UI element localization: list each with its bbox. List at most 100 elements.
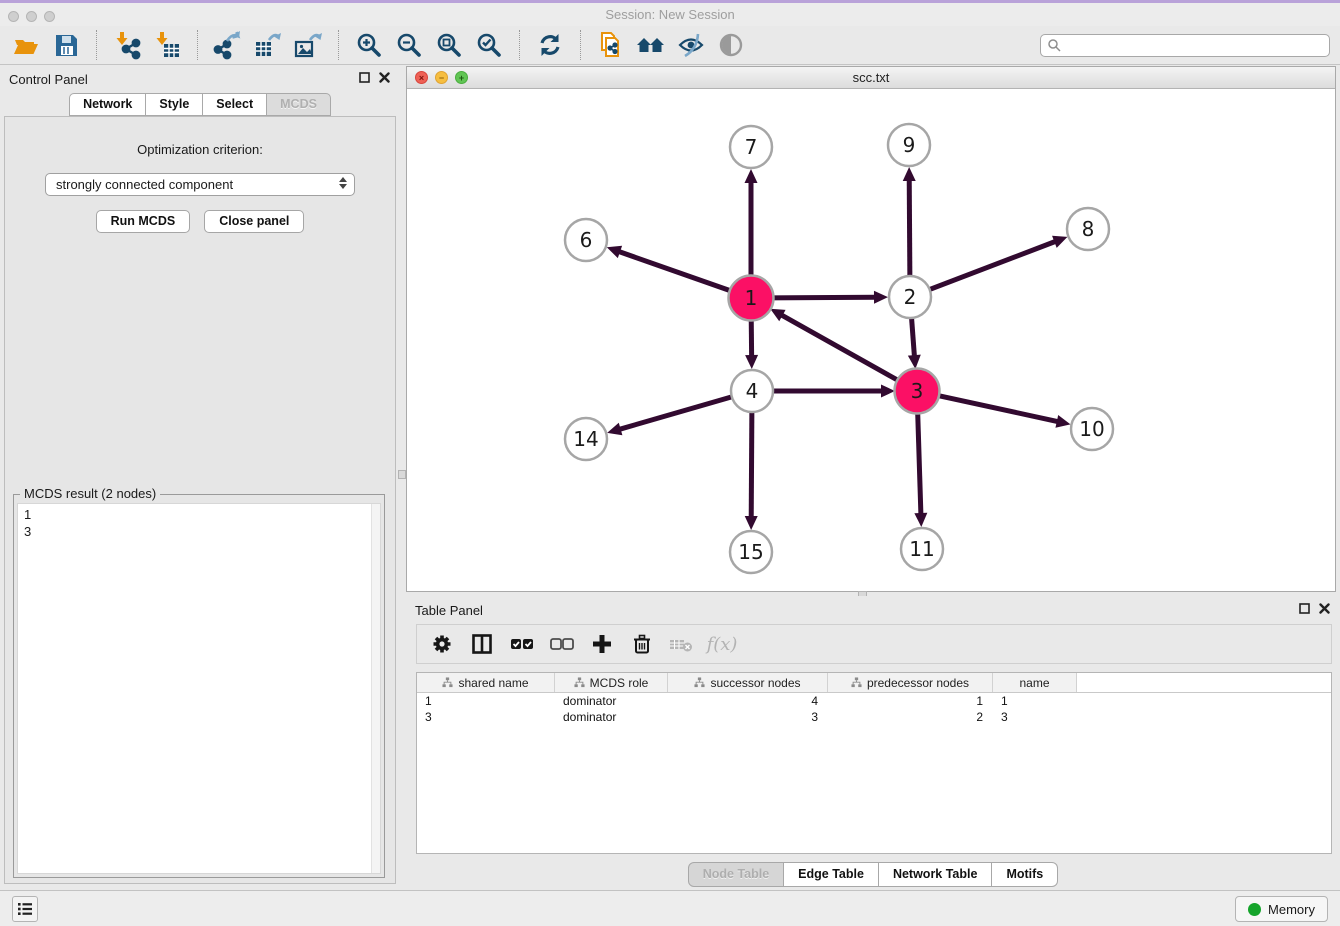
- titlebar: Session: New Session: [0, 0, 1340, 26]
- graph-edge-3-1[interactable]: [781, 315, 902, 383]
- clear-all-checkboxes-icon[interactable]: [545, 628, 579, 660]
- list-icon: [17, 902, 33, 916]
- close-panel-button[interactable]: Close panel: [204, 210, 304, 233]
- tab-network-table[interactable]: Network Table: [879, 862, 993, 887]
- open-file-icon[interactable]: [6, 28, 46, 62]
- criterion-select[interactable]: strongly connected component: [45, 173, 355, 196]
- delete-table-icon: [665, 628, 699, 660]
- network-window: × − + scc.txt 1234678910111415: [406, 66, 1336, 592]
- network-window-titlebar[interactable]: × − + scc.txt: [407, 67, 1335, 89]
- close-panel-icon[interactable]: [379, 72, 390, 83]
- tab-motifs[interactable]: Motifs: [992, 862, 1058, 887]
- graph-svg[interactable]: 1234678910111415: [407, 89, 1335, 591]
- window-title: Session: New Session: [0, 7, 1340, 22]
- table-cell[interactable]: 3: [993, 710, 1077, 724]
- graph-node-label: 6: [580, 228, 593, 252]
- export-table-icon[interactable]: [248, 28, 288, 62]
- hide-graphics-icon[interactable]: [671, 28, 711, 62]
- import-network-icon[interactable]: [107, 28, 147, 62]
- graph-edge-arrowhead: [745, 169, 758, 183]
- graph-edge-2-8[interactable]: [927, 241, 1056, 290]
- table-cell[interactable]: dominator: [555, 710, 668, 724]
- network-canvas[interactable]: 1234678910111415: [407, 89, 1335, 591]
- graph-edge-2-3[interactable]: [911, 315, 914, 357]
- apply-layout-icon[interactable]: [530, 28, 570, 62]
- search-field[interactable]: [1040, 34, 1330, 57]
- table-cell[interactable]: 3: [417, 710, 555, 724]
- graph-edge-1-2[interactable]: [769, 297, 876, 298]
- import-table-icon[interactable]: [147, 28, 187, 62]
- float-panel-icon[interactable]: [1299, 603, 1310, 614]
- export-image-icon[interactable]: [288, 28, 328, 62]
- zoom-in-icon[interactable]: [349, 28, 389, 62]
- column-header-name[interactable]: name: [993, 673, 1077, 692]
- graph-edge-3-11[interactable]: [918, 409, 921, 515]
- tab-style[interactable]: Style: [146, 93, 203, 116]
- float-panel-icon[interactable]: [359, 72, 370, 83]
- run-mcds-button[interactable]: Run MCDS: [96, 210, 191, 233]
- column-header-successor-nodes[interactable]: successor nodes: [668, 673, 828, 692]
- task-history-button[interactable]: [12, 896, 38, 922]
- table-tabs: Node Table Edge Table Network Table Moti…: [406, 862, 1340, 887]
- table-settings-icon[interactable]: [425, 628, 459, 660]
- graph-edge-arrowhead: [881, 385, 895, 398]
- graph-edge-arrowhead: [1055, 415, 1070, 428]
- table-cell[interactable]: dominator: [555, 694, 668, 708]
- table-panel: Table Panel: [406, 596, 1340, 890]
- show-all-networks-icon[interactable]: [631, 28, 671, 62]
- optimization-criterion-label: Optimization criterion:: [5, 142, 395, 157]
- add-row-icon[interactable]: [585, 628, 619, 660]
- mcds-result-area[interactable]: 1 3: [17, 503, 381, 874]
- toolbar-separator: [197, 30, 208, 60]
- memory-button[interactable]: Memory: [1235, 896, 1328, 922]
- zoom-fit-icon[interactable]: [429, 28, 469, 62]
- graph-node-label: 10: [1079, 417, 1104, 441]
- tab-edge-table[interactable]: Edge Table: [784, 862, 879, 887]
- tab-mcds[interactable]: MCDS: [267, 93, 331, 116]
- search-input[interactable]: [1061, 38, 1323, 52]
- show-columns-icon[interactable]: [465, 628, 499, 660]
- node-table[interactable]: shared nameMCDS rolesuccessor nodesprede…: [416, 672, 1332, 854]
- save-session-icon[interactable]: [46, 28, 86, 62]
- graph-node-label: 7: [745, 135, 758, 159]
- graph-edge-1-6[interactable]: [618, 251, 734, 292]
- table-row[interactable]: 1dominator411: [417, 693, 1331, 709]
- graph-edge-arrowhead: [607, 423, 622, 435]
- mcds-result-box: MCDS result (2 nodes) 1 3: [13, 494, 385, 878]
- clone-network-icon[interactable]: [591, 28, 631, 62]
- column-header-MCDS-role[interactable]: MCDS role: [555, 673, 668, 692]
- graph-node-label: 14: [573, 427, 598, 451]
- hierarchy-icon: [442, 677, 453, 688]
- table-cell[interactable]: 1: [828, 694, 993, 708]
- column-header-shared-name[interactable]: shared name: [417, 673, 555, 692]
- graph-edge-arrowhead: [745, 516, 758, 530]
- table-cell[interactable]: 1: [993, 694, 1077, 708]
- export-network-icon[interactable]: [208, 28, 248, 62]
- show-graphics-details-icon[interactable]: [711, 28, 751, 62]
- table-toolbar: f(x): [416, 624, 1332, 664]
- tab-network[interactable]: Network: [69, 93, 146, 116]
- table-cell[interactable]: 3: [668, 710, 828, 724]
- tab-node-table[interactable]: Node Table: [688, 862, 784, 887]
- split-grabber[interactable]: [398, 470, 406, 479]
- tab-select[interactable]: Select: [203, 93, 267, 116]
- graph-edge-4-15[interactable]: [751, 409, 752, 518]
- delete-row-icon[interactable]: [625, 628, 659, 660]
- zoom-out-icon[interactable]: [389, 28, 429, 62]
- select-all-checkboxes-icon[interactable]: [505, 628, 539, 660]
- zoom-selected-icon[interactable]: [469, 28, 509, 62]
- table-cell[interactable]: 2: [828, 710, 993, 724]
- table-row[interactable]: 3dominator323: [417, 709, 1331, 725]
- graph-edge-4-14[interactable]: [619, 396, 735, 430]
- status-bar: Memory: [0, 890, 1340, 926]
- graph-edge-3-10[interactable]: [935, 395, 1059, 422]
- graph-edge-arrowhead: [607, 246, 622, 258]
- column-header-predecessor-nodes[interactable]: predecessor nodes: [828, 673, 993, 692]
- table-cell[interactable]: 4: [668, 694, 828, 708]
- control-panel: Control Panel Network Style Select MCDS …: [0, 65, 400, 890]
- toolbar-separator: [96, 30, 107, 60]
- close-panel-icon[interactable]: [1319, 603, 1330, 614]
- result-scrollbar[interactable]: [371, 504, 380, 873]
- graph-edge-2-9[interactable]: [909, 179, 910, 279]
- table-cell[interactable]: 1: [417, 694, 555, 708]
